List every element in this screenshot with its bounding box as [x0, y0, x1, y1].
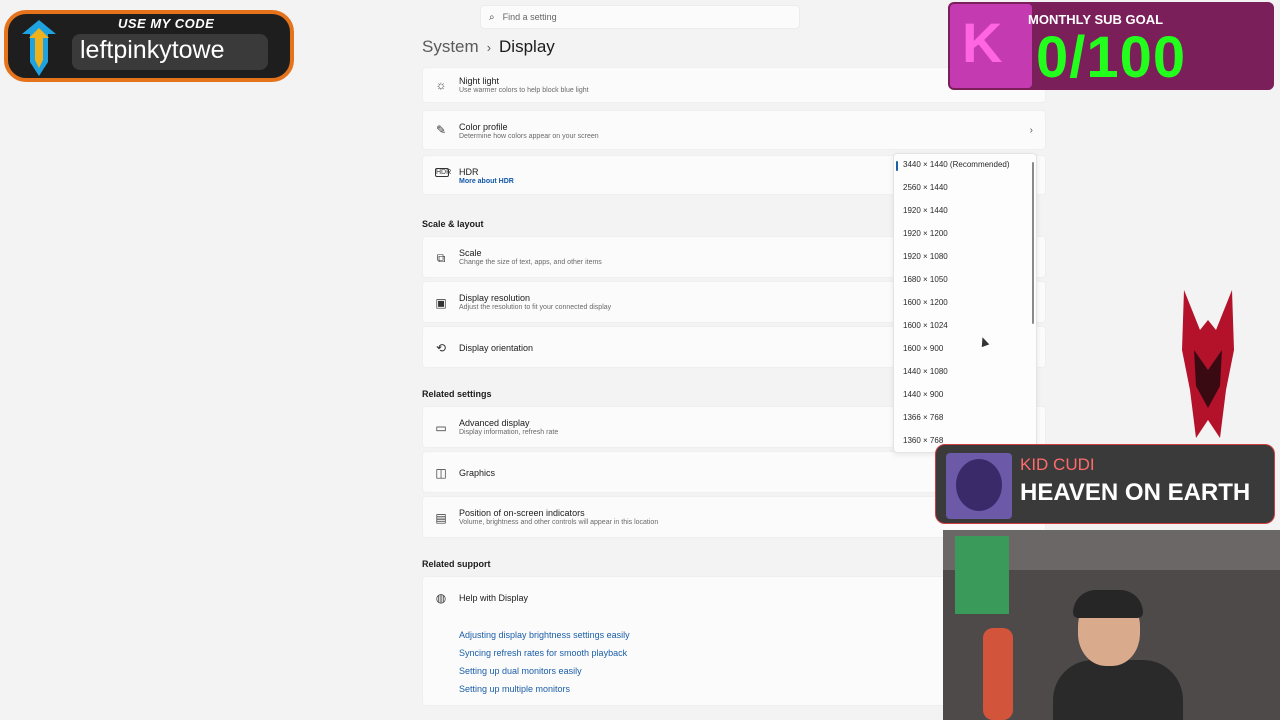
color-profile-title: Color profile — [459, 122, 508, 132]
resolution-option[interactable]: 1360 × 768 — [903, 436, 943, 445]
resolution-option[interactable]: 2560 × 1440 — [903, 183, 948, 192]
dropdown-scrollbar[interactable] — [1032, 162, 1034, 324]
setting-color-profile[interactable]: ✎ Color profile Determine how colors app… — [422, 110, 1046, 150]
section-related-settings: Related settings — [422, 389, 492, 399]
selected-indicator — [896, 161, 898, 171]
orientation-icon: ⟲ — [435, 341, 447, 355]
hdr-icon: HDR — [435, 168, 452, 177]
now-playing-widget: KID CUDI HEAVEN ON EARTH — [935, 444, 1275, 524]
streamer-cap — [1073, 590, 1143, 618]
search-box[interactable]: ⌕ Find a setting — [480, 5, 800, 29]
kick-logo-letter: K — [962, 11, 1003, 74]
resolution-option[interactable]: 1440 × 900 — [903, 390, 943, 399]
resolution-option[interactable]: 3440 × 1440 (Recommended) — [903, 160, 1010, 169]
night-light-title: Night light — [459, 76, 500, 86]
background-poster — [955, 536, 1009, 614]
help-link-multiple-monitors[interactable]: Setting up multiple monitors — [459, 684, 570, 694]
resolution-option[interactable]: 1366 × 768 — [903, 413, 943, 422]
song-artist: KID CUDI — [1020, 455, 1095, 474]
brush-icon: ✎ — [435, 123, 447, 137]
resolution-option[interactable]: 1920 × 1200 — [903, 229, 948, 238]
webcam-feed — [943, 530, 1280, 720]
resolution-option[interactable]: 1600 × 900 — [903, 344, 943, 353]
resolution-option[interactable]: 1600 × 1200 — [903, 298, 948, 307]
resolution-option[interactable]: 1920 × 1440 — [903, 206, 948, 215]
chevron-right-icon: › — [1029, 125, 1033, 136]
sub-goal-widget: K MONTHLY SUB GOAL 0/100 — [948, 2, 1274, 90]
hdr-more-link[interactable]: More about HDR — [459, 178, 514, 185]
creator-code: leftpinkytowe — [80, 36, 225, 64]
night-light-sub: Use warmer colors to help block blue lig… — [459, 87, 589, 94]
resolution-title: Display resolution — [459, 293, 531, 303]
scale-icon: ⧉ — [436, 251, 446, 265]
code-heading: USE MY CODE — [118, 16, 215, 31]
indicator-icon: ▤ — [435, 511, 447, 525]
resolution-option[interactable]: 1600 × 1024 — [903, 321, 948, 330]
search-placeholder: Find a setting — [502, 12, 557, 22]
help-link-brightness[interactable]: Adjusting display brightness settings ea… — [459, 630, 630, 640]
resolution-option[interactable]: 1440 × 1080 — [903, 367, 948, 376]
scale-title: Scale — [459, 248, 482, 258]
creator-logo-icon — [22, 20, 56, 76]
sub-goal-value: 0/100 — [1036, 25, 1187, 90]
section-related-support: Related support — [422, 559, 491, 569]
section-scale-layout: Scale & layout — [422, 219, 484, 229]
breadcrumb-separator: › — [486, 39, 492, 55]
advanced-sub: Display information, refresh rate — [459, 429, 559, 436]
orientation-title: Display orientation — [459, 343, 534, 353]
graphics-title: Graphics — [459, 468, 496, 478]
advanced-title: Advanced display — [459, 418, 530, 428]
indicators-title: Position of on-screen indicators — [459, 508, 585, 518]
song-title: HEAVEN ON EARTH — [1020, 479, 1251, 506]
mascot-icon — [1182, 290, 1234, 438]
microphone — [983, 628, 1013, 720]
album-art-figure — [956, 459, 1002, 511]
laptop-icon: ▭ — [435, 421, 447, 435]
resolution-icon: ▣ — [435, 296, 447, 310]
help-title[interactable]: Help with Display — [459, 593, 528, 603]
streamer-body — [1053, 660, 1183, 720]
creator-code-badge: USE MY CODE leftpinkytowe — [4, 10, 294, 82]
indicators-sub: Volume, brightness and other controls wi… — [459, 519, 659, 526]
graphics-icon: ◫ — [435, 466, 447, 480]
scale-sub: Change the size of text, apps, and other… — [459, 259, 602, 266]
page-title: Display — [499, 37, 555, 56]
resolution-dropdown[interactable]: 3440 × 1440 (Recommended) 2560 × 1440 19… — [893, 153, 1037, 453]
breadcrumb-system[interactable]: System — [422, 37, 479, 57]
sun-icon: ☼ — [435, 78, 447, 92]
resolution-option[interactable]: 1920 × 1080 — [903, 252, 948, 261]
help-link-refresh[interactable]: Syncing refresh rates for smooth playbac… — [459, 648, 627, 658]
resolution-option[interactable]: 1680 × 1050 — [903, 275, 948, 284]
breadcrumb: System › Display — [422, 37, 555, 57]
hdr-title: HDR — [459, 167, 479, 177]
resolution-sub: Adjust the resolution to fit your connec… — [459, 304, 612, 311]
help-link-dual-monitors[interactable]: Setting up dual monitors easily — [459, 666, 582, 676]
search-icon: ⌕ — [489, 11, 495, 23]
color-profile-sub: Determine how colors appear on your scre… — [459, 133, 599, 140]
globe-icon: ◍ — [435, 591, 447, 605]
